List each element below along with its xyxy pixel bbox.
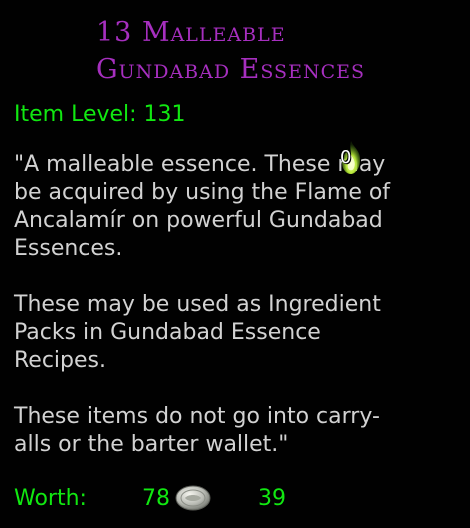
description-paragraph-3: These items do not go into carry- alls o… — [14, 403, 460, 459]
description-line: These items do not go into carry- — [14, 404, 380, 429]
worth-silver-amount: 78 — [142, 486, 170, 511]
worth-label: Worth: — [14, 486, 87, 511]
flame-stack-overlay: 0 — [336, 139, 366, 177]
item-tooltip: 13 Malleable Gundabad Essences Item Leve… — [0, 0, 470, 528]
description-line: These may be used as Ingredient — [14, 292, 381, 317]
item-title: 13 Malleable Gundabad Essences — [96, 14, 456, 88]
description-line: Essences. — [14, 236, 123, 261]
description-line: Ancalamír on powerful Gundabad — [14, 208, 383, 233]
description-paragraph-1: "A malleable essence. These may be acqui… — [14, 151, 460, 263]
description-line: Packs in Gundabad Essence — [14, 320, 321, 345]
description-line: "A malleable essence. These may — [14, 152, 386, 177]
item-title-line-2: Gundabad Essences — [96, 54, 365, 85]
worth-copper-amount: 39 — [258, 486, 286, 511]
stack-count: 0 — [340, 147, 352, 168]
description-line: alls or the barter wallet." — [14, 432, 289, 457]
item-title-line-1: 13 Malleable — [96, 17, 286, 48]
silver-coin-icon — [175, 485, 211, 511]
worth-row: Worth: 78 39 — [14, 484, 454, 514]
description-paragraph-2: These may be used as Ingredient Packs in… — [14, 291, 460, 375]
description-line: be acquired by using the Flame of — [14, 180, 391, 205]
item-level: Item Level: 131 — [14, 102, 186, 127]
description-line: Recipes. — [14, 348, 106, 373]
